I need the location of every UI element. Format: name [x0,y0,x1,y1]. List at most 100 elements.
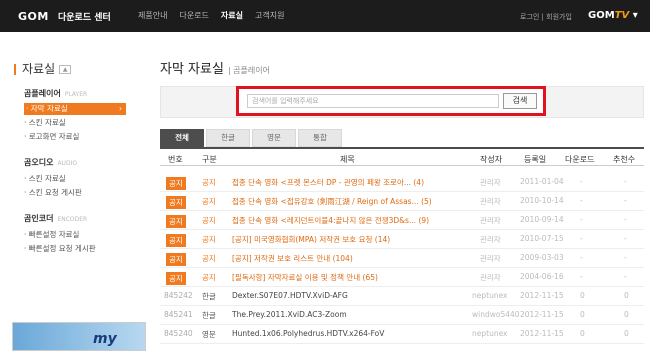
row-title-link[interactable]: 접종 단속 영화 <레지던트이블4:끝나지 않은 전쟁3D&s... (9) [232,215,429,226]
sidebar-item-logo-archive[interactable]: · 로고화면 자료실 [24,131,126,143]
signup-link[interactable]: 회원가입 [546,13,572,21]
notice-badge: 공지 [166,234,186,247]
table-row[interactable]: 공지 공지 접종 단속 영화 <레지던트이블4:끝나지 않은 전쟁3D&s... (… [160,211,644,230]
row-date: 2012-11-15 [520,291,564,300]
promo-banner[interactable]: my [12,322,146,351]
row-recommend: - [624,234,627,243]
row-author[interactable]: 관리자 [480,253,501,264]
sidebar-section-player: 곰플레이어 PLAYER [24,88,87,99]
section-sub: AUDIO [57,160,78,167]
section-name: 곰플레이어 [24,89,61,98]
banner-text: my [93,331,117,347]
col-recommend: 추천수 [613,155,636,164]
sidebar-item-skin-archive[interactable]: · 스킨 자료실 [24,117,126,129]
row-recommend: 0 [624,291,629,300]
row-type: 한글 [202,311,216,320]
sidebar-item-audio-skin-request[interactable]: · 스킨 요청 게시판 [24,187,126,199]
tab-divider [160,147,644,149]
search-button[interactable]: 검색 [503,93,537,109]
row-title-link[interactable]: 접종 단속 영화 <프렛 몬스터 DP - 관영의 페왕 조로아... (4) [232,177,424,188]
row-recommend: - [624,272,627,281]
col-downloads: 다운로드 [565,155,595,164]
row-downloads: - [580,272,583,281]
row-title-link[interactable]: [필독사항] 자막자료실 이용 및 정책 안내 (65) [232,272,378,283]
row-author[interactable]: neptunex [472,329,508,338]
sidebar-item-subtitle-archive[interactable]: · 자막 자료실 [24,103,126,115]
table-row[interactable]: 공지 공지 접종 단속 영화 <접유강호 (剣雨江湖 / Reign of Assa… [160,192,644,211]
download-center-title[interactable]: 다운로드 센터 [58,10,111,23]
tab-all[interactable]: 전체 [160,129,204,147]
table-row[interactable]: 845241 한글 The.Prey.2011.XviD.AC3-Zoom windw… [160,306,644,325]
row-downloads: - [580,234,583,243]
main-nav: 제품안내 다운로드 자료실 고객지원 [138,10,296,21]
col-type: 구분 [202,155,217,164]
table-row[interactable]: 845242 한글 Dexter.S07E07.HDTV.XviD-AFG neptu… [160,287,644,306]
row-author[interactable]: 관리자 [480,196,501,207]
nav-products[interactable]: 제품안내 [138,10,167,21]
notice-badge: 공지 [166,272,186,285]
row-author[interactable]: 관리자 [480,272,501,283]
row-title-link[interactable]: [공지] 저작권 보호 리스트 안내 (104) [232,253,353,264]
tab-integrated[interactable]: 통합 [298,129,342,147]
notice-badge: 공지 [166,177,186,190]
sidebar-item-audio-skin-archive[interactable]: · 스킨 자료실 [24,173,126,185]
row-number: 845241 [164,310,193,319]
section-sub: PLAYER [64,91,88,98]
table-header: 번호 구분 제목 작성자 등록일 다운로드 추천수 [160,152,644,166]
sidebar-title-text: 자료실 [22,62,56,76]
gomtv-logo[interactable]: GOMTV ▾ [588,10,638,21]
row-recommend: - [624,196,627,205]
sidebar-item-quickset-archive[interactable]: · 빠른설정 자료실 [24,229,126,241]
row-author[interactable]: 관리자 [480,215,501,226]
collapse-arrow-icon[interactable]: ▲ [59,65,72,74]
row-recommend: - [624,215,627,224]
search-input[interactable]: 검색어를 입력해주세요 [247,94,499,108]
table-row[interactable]: 공지 공지 [공지] 미국영화협회(MPA) 저작권 보호 요청 (14) 관리자 20… [160,230,644,249]
row-downloads: - [580,177,583,186]
page-subtitle: | 곰플레이어 [227,66,270,75]
row-date: 2012-11-15 [520,310,564,319]
row-type: 영문 [202,330,216,339]
row-author[interactable]: neptunex [472,291,508,300]
gom-logo[interactable]: GOM [18,10,49,23]
nav-support[interactable]: 고객지원 [255,10,284,21]
table-row[interactable]: 공지 공지 [공지] 저작권 보호 리스트 안내 (104) 관리자 2009-03-0… [160,249,644,268]
table-row[interactable]: 공지 공지 접종 단속 영화 <프렛 몬스터 DP - 관영의 페왕 조로아... … [160,173,644,192]
tab-english[interactable]: 영문 [252,129,296,147]
row-title-link[interactable]: [공지] 미국영화협회(MPA) 저작권 보호 요청 (14) [232,234,390,245]
table-row[interactable]: 845240 영문 Hunted.1x06.Polyhedrus.HDTV.x264… [160,325,644,344]
login-link[interactable]: 로그인 [520,13,539,21]
row-downloads: 0 [580,310,585,319]
row-recommend: 0 [624,329,629,338]
section-name: 곰오디오 [24,158,54,167]
table-row[interactable]: 공지 공지 [필독사항] 자막자료실 이용 및 정책 안내 (65) 관리자 2004-… [160,268,644,287]
gomtv-logo-text: GOM [588,10,615,21]
nav-download[interactable]: 다운로드 [179,10,208,21]
row-downloads: - [580,196,583,205]
row-type: 공지 [202,197,216,206]
top-navigation-bar: GOM 다운로드 센터 제품안내 다운로드 자료실 고객지원 로그인 | 회원가… [0,0,650,32]
sidebar-item-quickset-request[interactable]: · 빠른설정 요청 게시판 [24,243,126,255]
row-date: 2004-06-16 [520,272,564,281]
row-title-link[interactable]: The.Prey.2011.XviD.AC3-Zoom [232,310,347,319]
row-title-link[interactable]: Dexter.S07E07.HDTV.XviD-AFG [232,291,348,300]
nav-archive[interactable]: 자료실 [221,10,243,21]
col-date: 등록일 [524,155,547,164]
row-date: 2010-10-14 [520,196,564,205]
tab-korean[interactable]: 한글 [206,129,250,147]
page-title: 자막 자료실 | 곰플레이어 [160,58,270,77]
row-type: 공지 [202,178,216,187]
row-title-link[interactable]: 접종 단속 영화 <접유강호 (剣雨江湖 / Reign of Assas...… [232,196,432,207]
row-recommend: - [624,253,627,262]
sidebar-section-audio: 곰오디오 AUDIO [24,157,77,168]
row-date: 2011-01-04 [520,177,564,186]
row-author[interactable]: windwo5440 [472,310,520,319]
notice-badge: 공지 [166,215,186,228]
row-author[interactable]: 관리자 [480,234,501,245]
section-name: 곰인코더 [24,214,54,223]
row-date: 2010-09-14 [520,215,564,224]
row-title-link[interactable]: Hunted.1x06.Polyhedrus.HDTV.x264-FoV [232,329,384,338]
row-date: 2009-03-03 [520,253,564,262]
row-author[interactable]: 관리자 [480,177,501,188]
row-number: 845240 [164,329,193,338]
